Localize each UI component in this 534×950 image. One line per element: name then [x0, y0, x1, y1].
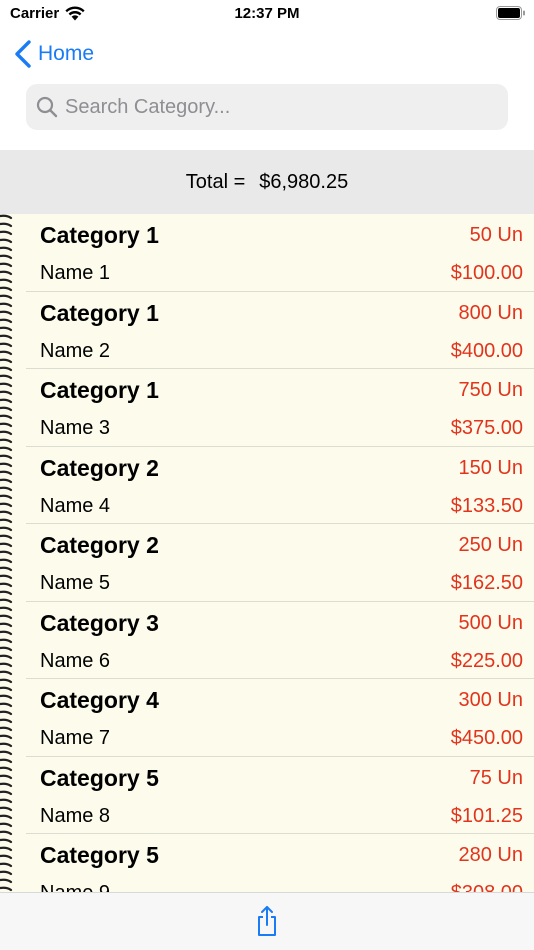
item-category: Category 1: [40, 377, 159, 403]
list-item[interactable]: Category 1 50 Un Name 1 $100.00: [26, 214, 534, 292]
item-amount: $400.00: [450, 339, 523, 362]
back-button-label: Home: [38, 42, 95, 65]
navigation-bar: Home: [0, 30, 534, 78]
item-category: Category 5: [40, 842, 159, 868]
list-item[interactable]: Category 3 500 Un Name 6 $225.00: [26, 602, 534, 679]
item-amount: $308.00: [451, 882, 523, 892]
item-name: Name 4: [40, 494, 111, 517]
share-icon[interactable]: [254, 905, 280, 937]
total-label: Total =: [185, 170, 246, 193]
item-category: Category 3: [40, 609, 159, 636]
list-item[interactable]: Category 5 280 Un Name 9 $308.00: [26, 834, 534, 892]
item-quantity: 300 Un: [458, 689, 524, 711]
item-name: Name 6: [40, 649, 111, 672]
item-category: Category 2: [40, 454, 159, 481]
list-item[interactable]: Category 1 800 Un Name 2 $400.00: [26, 292, 534, 369]
item-quantity: 50 Un: [469, 224, 523, 246]
item-category: Category 2: [40, 532, 159, 558]
search-input[interactable]: [65, 95, 495, 119]
list-item[interactable]: Category 4 300 Un Name 7 $450.00: [26, 679, 534, 757]
item-amount: $450.00: [450, 727, 523, 749]
item-name: Name 8: [40, 804, 111, 827]
back-button[interactable]: Home: [14, 38, 94, 70]
item-quantity: 800 Un: [458, 301, 524, 324]
item-amount: $100.00: [450, 262, 523, 284]
item-quantity: 750 Un: [458, 379, 524, 401]
status-bar: Carrier 12:37 PM: [0, 0, 534, 30]
chevron-left-icon: [15, 40, 31, 68]
item-quantity: 150 Un: [458, 456, 524, 479]
item-amount: $101.25: [450, 804, 523, 827]
list-item[interactable]: Category 1 750 Un Name 3 $375.00: [26, 369, 534, 447]
total-value: $6,980.25: [259, 170, 349, 193]
item-list[interactable]: Category 1 50 Un Name 1 $100.00 Category…: [0, 214, 534, 892]
item-amount: $162.50: [450, 572, 523, 594]
item-quantity: 280 Un: [458, 844, 524, 866]
item-name: Name 1: [40, 262, 111, 284]
item-amount: $225.00: [450, 649, 523, 672]
item-name: Name 3: [40, 417, 111, 439]
item-category: Category 5: [40, 764, 159, 791]
item-name: Name 9: [40, 882, 110, 892]
list-item[interactable]: Category 5 75 Un Name 8 $101.25: [26, 757, 534, 834]
item-name: Name 2: [40, 339, 111, 362]
item-amount: $375.00: [450, 417, 523, 439]
item-category: Category 1: [40, 299, 159, 326]
item-name: Name 5: [40, 572, 111, 594]
search-bar[interactable]: [26, 84, 508, 130]
total-bar: Total = $6,980.25: [0, 150, 534, 214]
spiral-binding-decoration: [0, 214, 13, 892]
item-amount: $133.50: [450, 494, 523, 517]
list-item[interactable]: Category 2 250 Un Name 5 $162.50: [26, 524, 534, 602]
item-quantity: 250 Un: [458, 534, 524, 556]
status-time: 12:37 PM: [234, 5, 300, 22]
item-quantity: 75 Un: [469, 766, 523, 789]
bottom-toolbar: [0, 892, 534, 950]
item-quantity: 500 Un: [458, 611, 524, 634]
search-icon: [36, 96, 58, 118]
list-item[interactable]: Category 2 150 Un Name 4 $133.50: [26, 447, 534, 524]
item-name: Name 7: [40, 727, 111, 749]
item-category: Category 4: [40, 687, 159, 713]
battery-icon: [496, 6, 525, 20]
item-category: Category 1: [40, 222, 159, 248]
